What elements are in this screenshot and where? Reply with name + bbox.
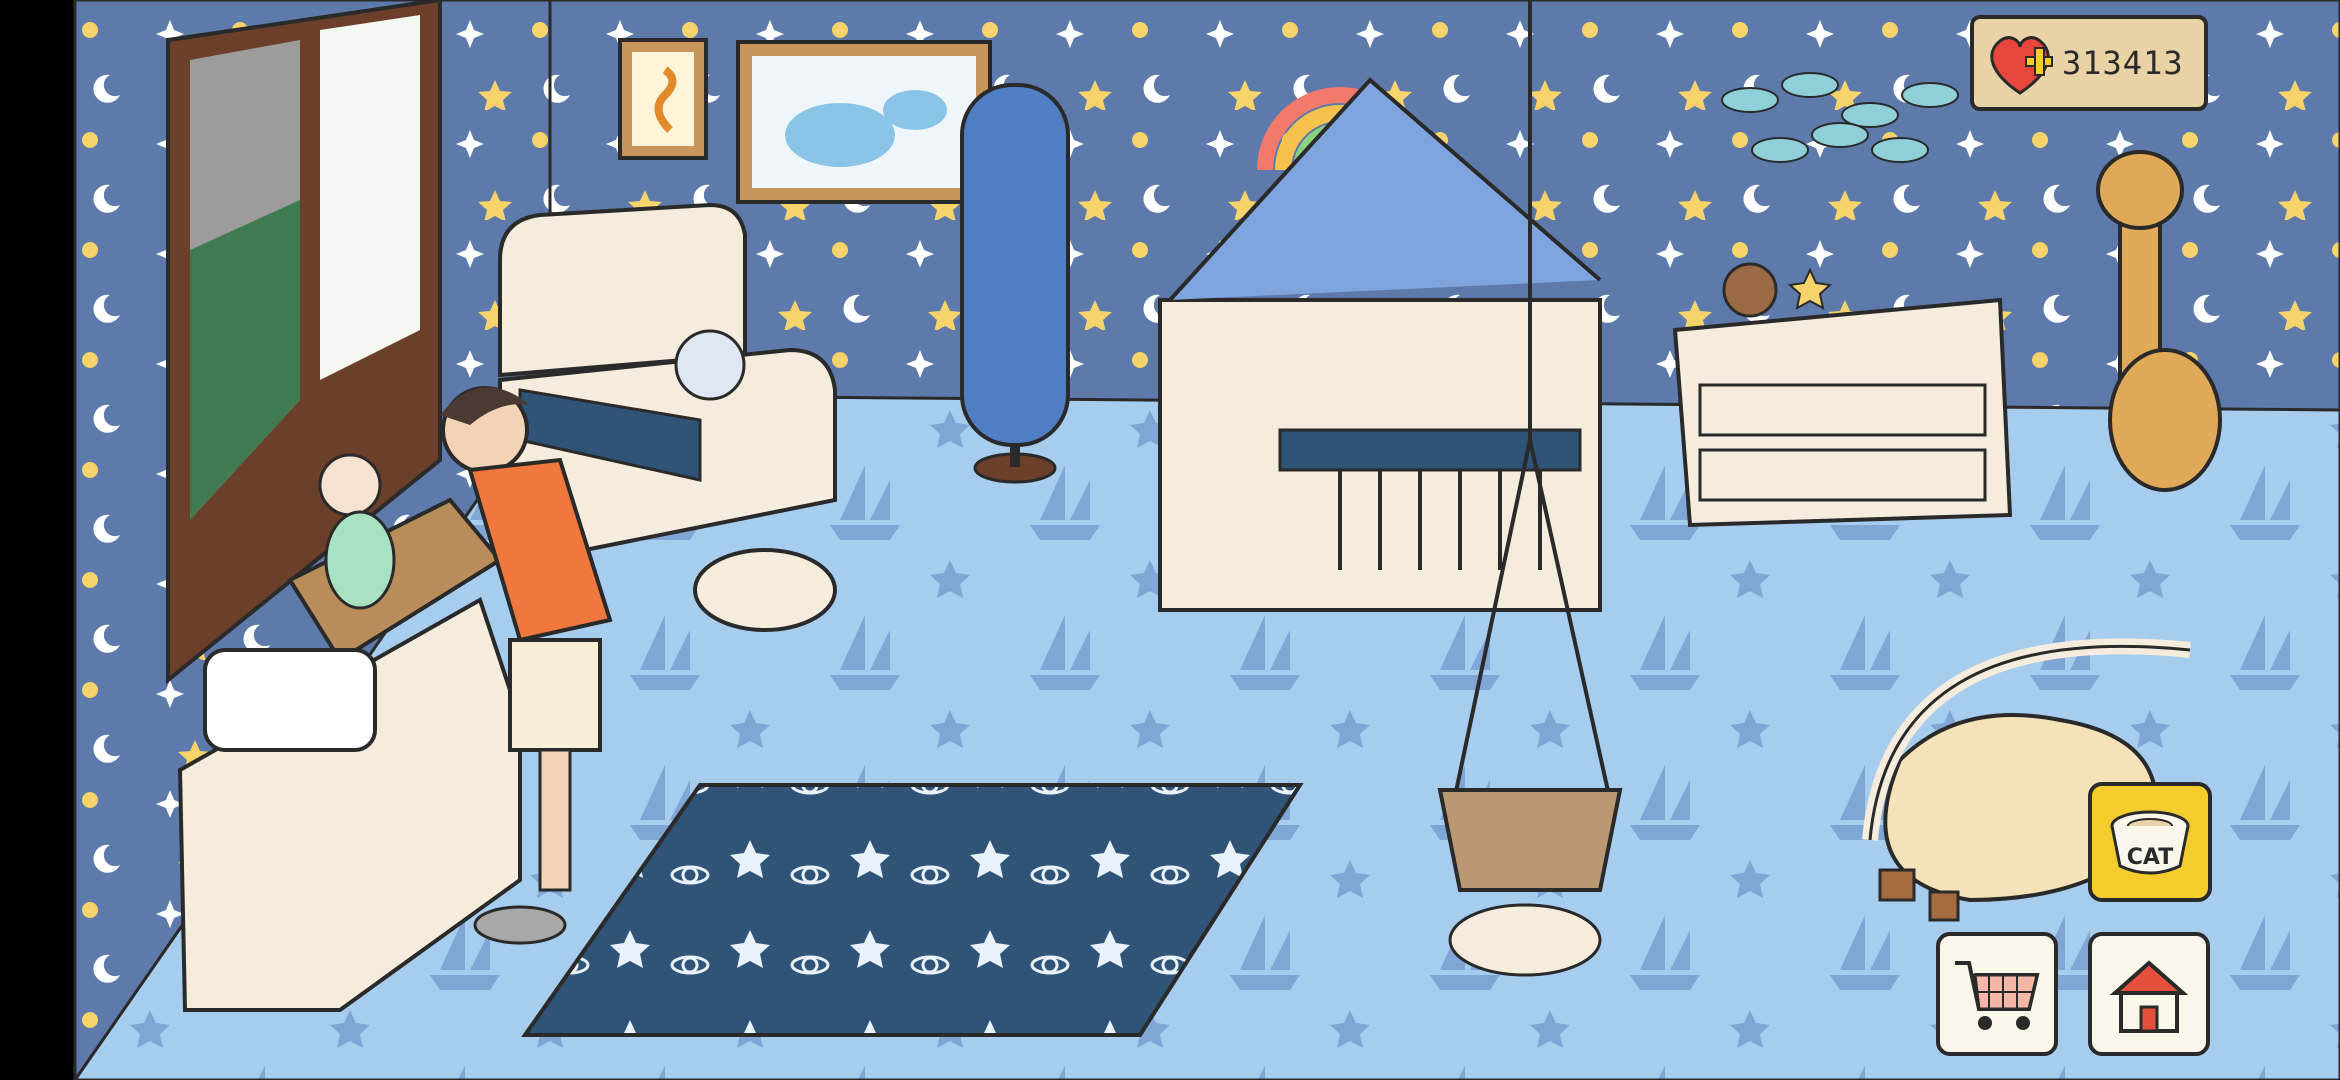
cat-button[interactable]: CAT (2088, 782, 2212, 902)
seahorse-picture (618, 38, 708, 160)
nursery-room-scene (0, 0, 2340, 1080)
cat-bowl-icon: CAT (2110, 810, 2190, 875)
whale-picture (736, 40, 992, 204)
floor-lamp (960, 83, 1070, 484)
shop-button[interactable] (1936, 932, 2058, 1056)
home-button[interactable] (2088, 932, 2210, 1056)
shopping-cart-icon (1955, 961, 2040, 1030)
cat-button-label: CAT (2127, 845, 2173, 870)
heart-currency-counter[interactable]: 313413 (1970, 15, 2208, 111)
heart-plus-icon (1990, 36, 2053, 95)
house-icon (2109, 960, 2189, 1033)
currency-value: 313413 (2062, 44, 2184, 82)
